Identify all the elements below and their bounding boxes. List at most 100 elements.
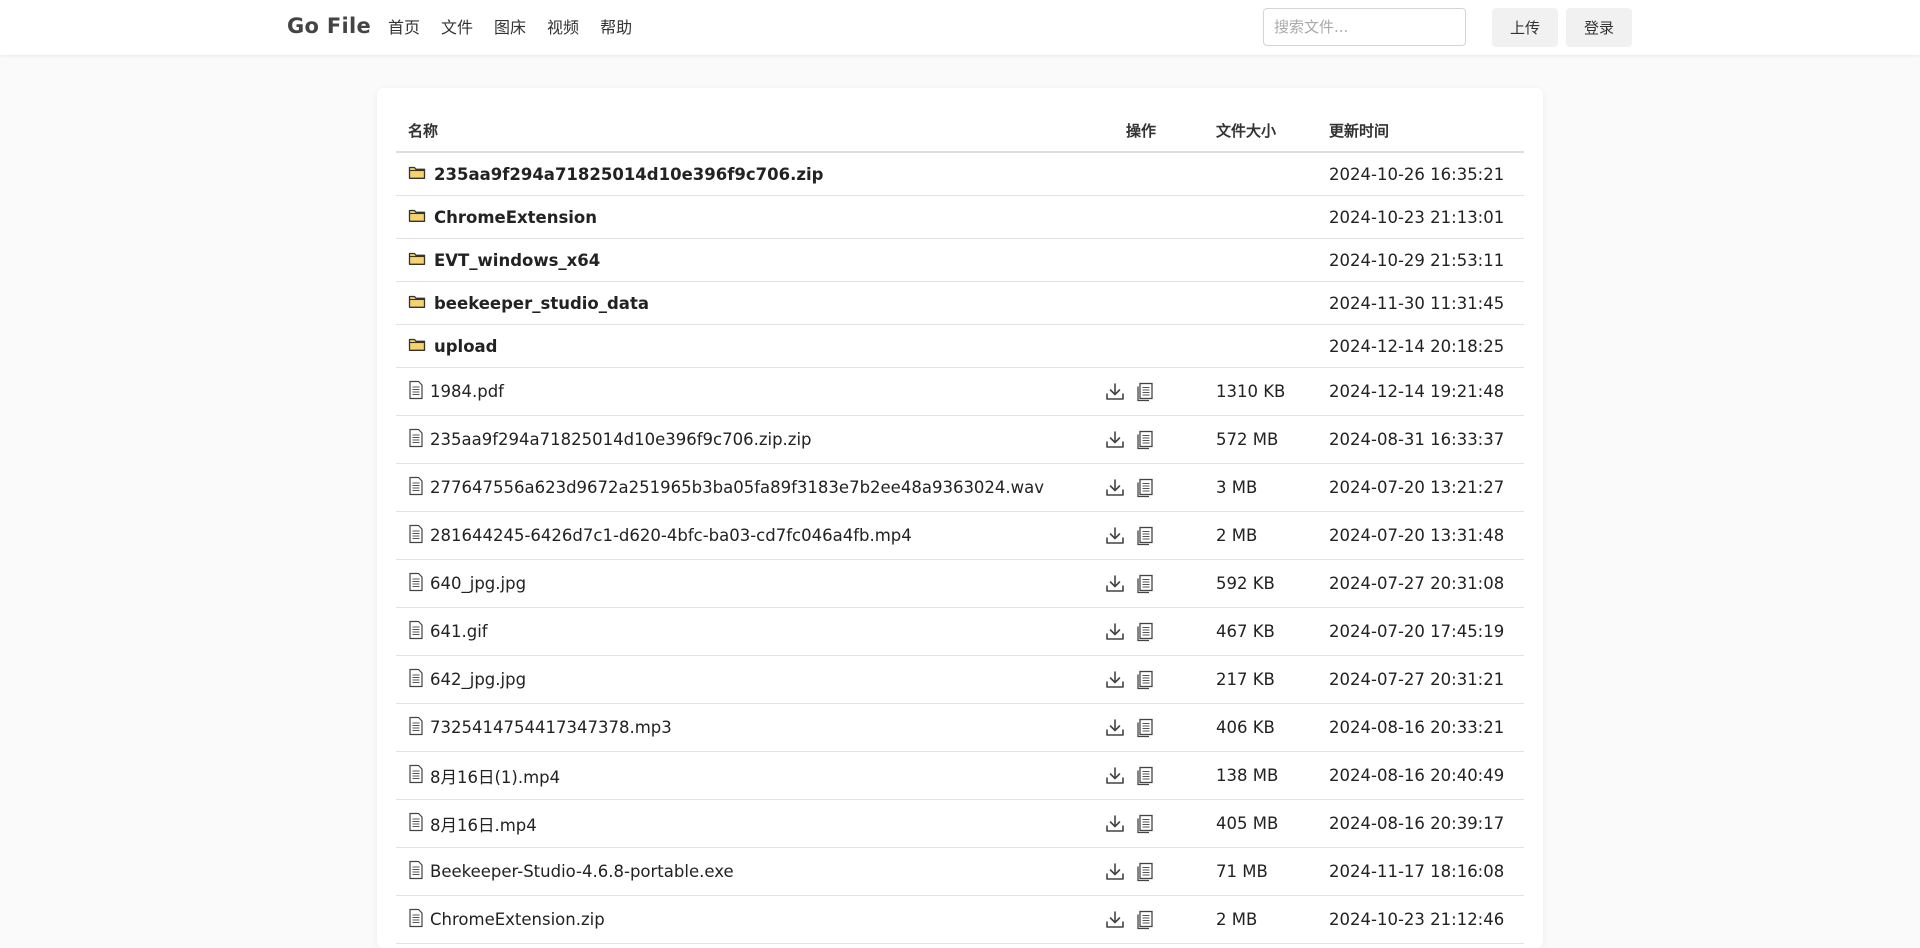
file-row[interactable]: 641.gif 467 KB 2024-07-20 17:45:19 — [396, 608, 1524, 656]
login-button[interactable]: 登录 — [1566, 8, 1632, 47]
file-size: 406 KB — [1216, 718, 1275, 737]
folder-row[interactable]: ChromeExtension 2024-10-23 21:13:01 — [396, 196, 1524, 239]
file-actions — [1104, 608, 1156, 655]
download-icon[interactable] — [1104, 861, 1126, 883]
file-size: 2 MB — [1216, 910, 1258, 929]
file-row[interactable]: 8月16日(1).mp4 138 MB 2024-08-16 20:40:49 — [396, 752, 1524, 800]
file-name-link[interactable]: 281644245-6426d7c1-d620-4bfc-ba03-cd7fc0… — [430, 526, 912, 545]
upload-button[interactable]: 上传 — [1492, 8, 1558, 47]
download-icon[interactable] — [1104, 669, 1126, 691]
file-row[interactable]: 642_jpg.jpg 217 KB 2024-07-27 20:31:21 — [396, 656, 1524, 704]
download-icon[interactable] — [1104, 813, 1126, 835]
file-actions — [1104, 896, 1156, 943]
download-icon[interactable] — [1104, 765, 1126, 787]
file-name-link[interactable]: 640_jpg.jpg — [430, 574, 526, 593]
download-icon[interactable] — [1104, 909, 1126, 931]
file-row[interactable]: 7325414754417347378.mp3 406 KB 2024-08-16 … — [396, 704, 1524, 752]
file-name-link[interactable]: Beekeeper-Studio-4.6.8-portable.exe — [430, 862, 734, 881]
file-icon — [408, 524, 424, 548]
file-row[interactable]: 640_jpg.jpg 592 KB 2024-07-27 20:31:08 — [396, 560, 1524, 608]
file-actions — [1104, 368, 1156, 415]
file-updated-time: 2024-07-20 17:45:19 — [1329, 622, 1505, 641]
folder-row[interactable]: beekeeper_studio_data 2024-11-30 11:31:45 — [396, 282, 1524, 325]
download-icon[interactable] — [1104, 621, 1126, 643]
copy-icon[interactable] — [1134, 909, 1156, 931]
file-actions — [1104, 800, 1156, 847]
header-name: 名称 — [408, 122, 439, 140]
file-row[interactable]: 235aa9f294a71825014d10e396f9c706.zip.zip… — [396, 416, 1524, 464]
file-row[interactable]: 1984.pdf 1310 KB 2024-12-14 19:21:48 — [396, 368, 1524, 416]
download-icon[interactable] — [1104, 429, 1126, 451]
copy-icon[interactable] — [1134, 717, 1156, 739]
download-icon[interactable] — [1104, 381, 1126, 403]
file-name-link[interactable]: 8月16日.mp4 — [430, 812, 537, 836]
copy-icon[interactable] — [1134, 525, 1156, 547]
folder-icon — [408, 164, 426, 184]
file-row[interactable]: 8月16日.mp4 405 MB 2024-08-16 20:39:17 — [396, 800, 1524, 848]
file-name-cell: Beekeeper-Studio-4.6.8-portable.exe — [408, 848, 734, 895]
copy-icon[interactable] — [1134, 477, 1156, 499]
folder-name-cell: ChromeExtension — [408, 196, 597, 238]
file-name-link[interactable]: 7325414754417347378.mp3 — [430, 718, 672, 737]
file-updated-time: 2024-11-17 18:16:08 — [1329, 862, 1505, 881]
folder-row[interactable]: 235aa9f294a71825014d10e396f9c706.zip 2024… — [396, 153, 1524, 196]
folder-name-link[interactable]: 235aa9f294a71825014d10e396f9c706.zip — [434, 165, 823, 184]
file-size: 2 MB — [1216, 526, 1258, 545]
copy-icon[interactable] — [1134, 573, 1156, 595]
file-icon — [408, 476, 424, 500]
nav-link-help[interactable]: 帮助 — [600, 18, 632, 38]
folder-name-link[interactable]: upload — [434, 337, 498, 356]
file-name-link[interactable]: 235aa9f294a71825014d10e396f9c706.zip.zip — [430, 430, 812, 449]
folder-name-cell: beekeeper_studio_data — [408, 282, 649, 324]
copy-icon[interactable] — [1134, 621, 1156, 643]
copy-icon[interactable] — [1134, 429, 1156, 451]
download-icon[interactable] — [1104, 525, 1126, 547]
file-row[interactable]: 281644245-6426d7c1-d620-4bfc-ba03-cd7fc0… — [396, 512, 1524, 560]
folder-name-cell: 235aa9f294a71825014d10e396f9c706.zip — [408, 153, 823, 195]
folder-name-link[interactable]: ChromeExtension — [434, 208, 597, 227]
nav-link-video[interactable]: 视频 — [547, 18, 579, 38]
file-name-link[interactable]: ChromeExtension.zip — [430, 910, 605, 929]
folder-updated-time: 2024-12-14 20:18:25 — [1329, 336, 1505, 356]
file-name-link[interactable]: 1984.pdf — [430, 382, 504, 401]
copy-icon[interactable] — [1134, 669, 1156, 691]
folder-name-cell: upload — [408, 325, 498, 367]
download-icon[interactable] — [1104, 573, 1126, 595]
file-name-cell: 642_jpg.jpg — [408, 656, 526, 703]
file-name-link[interactable]: 277647556a623d9672a251965b3ba05fa89f3183… — [430, 478, 1044, 497]
file-row[interactable]: ChromeExtension.zip 2 MB 2024-10-23 21:12:… — [396, 896, 1524, 944]
file-name-cell: 7325414754417347378.mp3 — [408, 704, 672, 751]
file-updated-time: 2024-12-14 19:21:48 — [1329, 382, 1505, 401]
folder-row[interactable]: EVT_windows_x64 2024-10-29 21:53:11 — [396, 239, 1524, 282]
copy-icon[interactable] — [1134, 381, 1156, 403]
file-actions — [1104, 464, 1156, 511]
folder-updated-time: 2024-10-29 21:53:11 — [1329, 250, 1505, 270]
nav-link-home[interactable]: 首页 — [388, 18, 420, 38]
file-name-cell: ChromeExtension.zip — [408, 896, 605, 943]
download-icon[interactable] — [1104, 717, 1126, 739]
top-navbar: Go File 首页 文件 图床 视频 帮助 上传 登录 — [0, 0, 1920, 55]
file-list-card: 名称 操作 文件大小 更新时间 235aa9f294a71825014d10e3… — [377, 88, 1543, 948]
copy-icon[interactable] — [1134, 813, 1156, 835]
file-row[interactable]: 277647556a623d9672a251965b3ba05fa89f3183… — [396, 464, 1524, 512]
file-actions — [1104, 848, 1156, 895]
file-name-link[interactable]: 641.gif — [430, 622, 488, 641]
folder-name-link[interactable]: beekeeper_studio_data — [434, 294, 649, 313]
file-updated-time: 2024-07-20 13:21:27 — [1329, 478, 1505, 497]
file-row[interactable]: Beekeeper-Studio-4.6.8-portable.exe 71 MB… — [396, 848, 1524, 896]
nav-link-files[interactable]: 文件 — [441, 18, 473, 38]
copy-icon[interactable] — [1134, 861, 1156, 883]
file-name-cell: 281644245-6426d7c1-d620-4bfc-ba03-cd7fc0… — [408, 512, 912, 559]
file-name-link[interactable]: 642_jpg.jpg — [430, 670, 526, 689]
file-name-link[interactable]: 8月16日(1).mp4 — [430, 764, 560, 788]
file-icon — [408, 428, 424, 452]
nav-link-image-host[interactable]: 图床 — [494, 18, 526, 38]
download-icon[interactable] — [1104, 477, 1126, 499]
file-table: 名称 操作 文件大小 更新时间 235aa9f294a71825014d10e3… — [396, 106, 1524, 944]
folder-row[interactable]: upload 2024-12-14 20:18:25 — [396, 325, 1524, 368]
search-input[interactable] — [1263, 8, 1466, 46]
brand-logo[interactable]: Go File — [287, 14, 371, 38]
folder-name-link[interactable]: EVT_windows_x64 — [434, 251, 600, 270]
copy-icon[interactable] — [1134, 765, 1156, 787]
file-updated-time: 2024-08-16 20:39:17 — [1329, 814, 1505, 833]
